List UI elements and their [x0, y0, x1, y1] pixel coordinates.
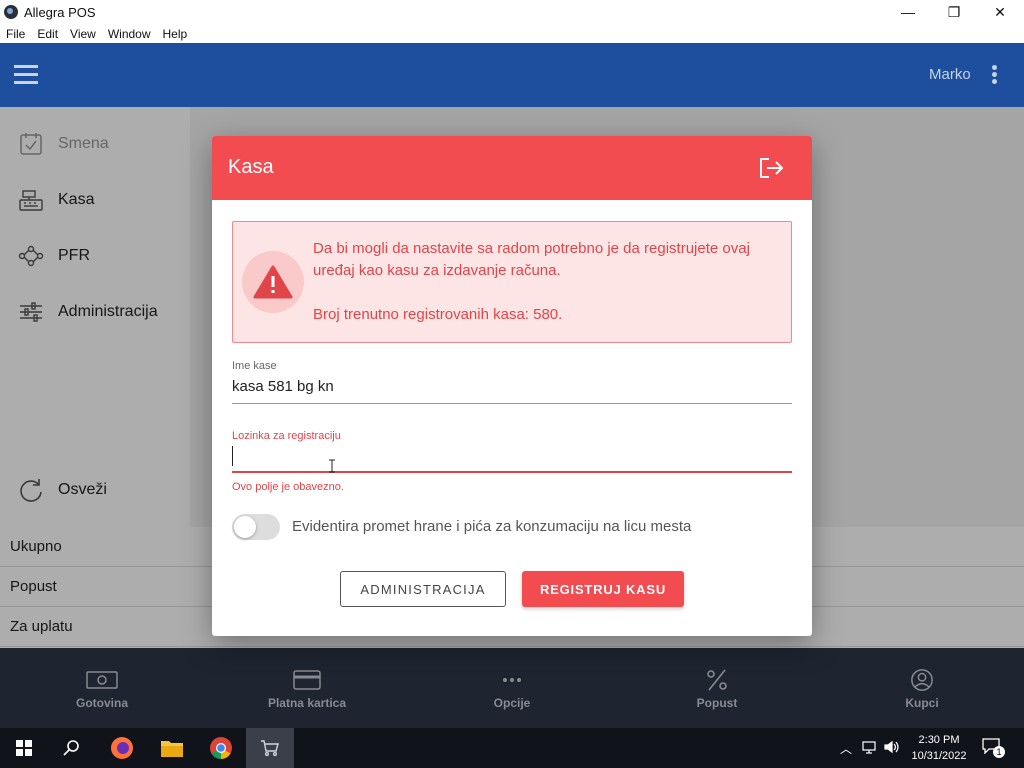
registration-alert: Da bi mogli da nastavite sa radom potreb…: [232, 221, 792, 343]
notification-count: 1: [993, 746, 1005, 758]
menu-file[interactable]: File: [6, 27, 25, 41]
toggle-knob: [234, 516, 256, 538]
maximize-button[interactable]: ❐: [931, 0, 977, 24]
chrome-icon: [210, 737, 232, 759]
exit-icon[interactable]: [758, 156, 784, 180]
taskbar-firefox[interactable]: [98, 728, 146, 768]
clock-time: 2:30 PM: [918, 734, 960, 746]
alert-text: Da bi mogli da nastavite sa radom potreb…: [313, 238, 783, 348]
password-field-underline: [232, 471, 792, 473]
volume-icon[interactable]: [884, 740, 900, 754]
windows-logo-icon: [16, 740, 32, 756]
menu-help[interactable]: Help: [163, 27, 188, 41]
network-status-icon[interactable]: [862, 740, 880, 754]
window-titlebar: Allegra POS — ❐ ✕: [0, 0, 1024, 24]
dialog-title: Kasa: [228, 156, 274, 178]
windows-taskbar: ︿ 2:30 PM 10/31/2022 1: [0, 728, 1024, 768]
app-header: Marko: [0, 43, 1024, 107]
alert-count: Broj trenutno registrovanih kasa: 580.: [313, 306, 563, 323]
menu-edit[interactable]: Edit: [37, 27, 58, 41]
shopping-cart-icon: [261, 740, 279, 757]
toggle-label: Evidentira promet hrane i pića za konzum…: [292, 518, 692, 535]
window-title: Allegra POS: [24, 4, 96, 20]
close-window-button[interactable]: ✕: [977, 0, 1023, 24]
dialog-header: Kasa: [212, 136, 812, 200]
warning-icon: [253, 265, 293, 299]
firefox-icon: [111, 737, 133, 759]
start-button[interactable]: [0, 728, 48, 768]
consumption-toggle[interactable]: [232, 514, 280, 540]
app-logo-icon: [4, 5, 18, 19]
taskbar-search-button[interactable]: [48, 728, 96, 768]
menu-bar: File Edit View Window Help: [0, 24, 1024, 43]
password-field[interactable]: [236, 448, 792, 468]
ibeam-cursor-icon: [329, 459, 335, 473]
password-field-label: Lozinka za registraciju: [232, 430, 341, 442]
name-field-label: Ime kase: [232, 360, 277, 372]
folder-icon: [161, 741, 183, 757]
name-field[interactable]: kasa 581 bg kn: [232, 378, 334, 395]
menu-view[interactable]: View: [70, 27, 96, 41]
alert-message: Da bi mogli da nastavite sa radom potreb…: [313, 240, 750, 279]
user-name[interactable]: Marko: [929, 66, 971, 83]
minimize-button[interactable]: —: [885, 0, 931, 24]
more-options-icon[interactable]: [992, 65, 1000, 85]
taskbar-file-explorer[interactable]: [148, 728, 196, 768]
clock-date: 10/31/2022: [911, 750, 967, 762]
hamburger-menu-icon[interactable]: [14, 65, 38, 85]
name-field-underline: [232, 403, 792, 404]
administracija-button[interactable]: ADMINISTRACIJA: [340, 571, 506, 607]
menu-window[interactable]: Window: [108, 27, 151, 41]
taskbar-allegra-pos[interactable]: [246, 728, 294, 768]
taskbar-clock[interactable]: 2:30 PM 10/31/2022: [904, 732, 974, 764]
text-caret: [232, 446, 233, 466]
password-error-message: Ovo polje je obavezno.: [232, 481, 344, 493]
alert-icon-bg: [242, 251, 304, 313]
taskbar-chrome[interactable]: [197, 728, 245, 768]
chevron-up-icon[interactable]: ︿: [840, 740, 852, 757]
register-kasa-dialog: Kasa Da bi mogli da nastavite sa radom p…: [212, 136, 812, 636]
register-kasa-button[interactable]: REGISTRUJ KASU: [522, 571, 684, 607]
search-icon: [63, 740, 79, 756]
notification-center-button[interactable]: 1: [982, 738, 1005, 758]
